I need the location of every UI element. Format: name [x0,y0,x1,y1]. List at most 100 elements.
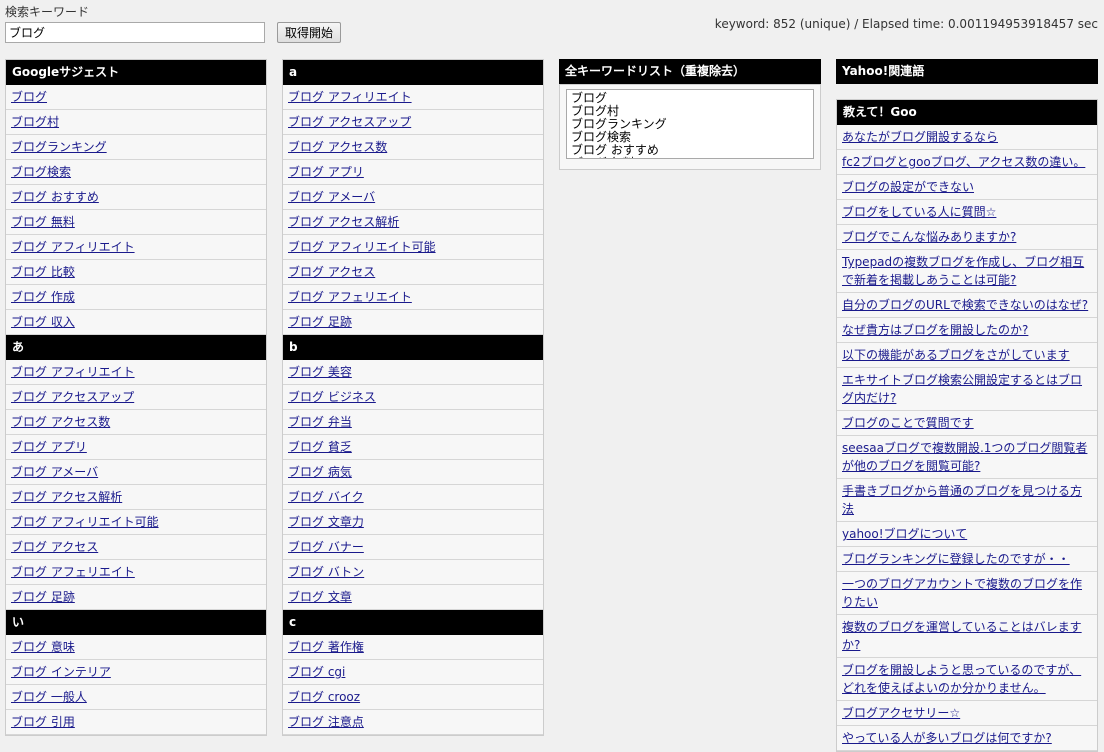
question-link[interactable]: なぜ貴方はブログを開設したのか? [842,323,1028,337]
keyword-link[interactable]: ブログ バトン [288,565,364,579]
keyword-item: ブログ アメーバ [6,460,266,485]
keyword-item: ブログ 比較 [6,260,266,285]
fetch-start-button[interactable]: 取得開始 [277,22,342,43]
keyword-item: ブログ検索 [6,160,266,185]
keyword-link[interactable]: ブログ 収入 [11,315,75,329]
keyword-link[interactable]: ブログ村 [11,115,59,129]
keyword-link[interactable]: ブログ アクセスアップ [288,115,411,129]
question-link[interactable]: エキサイトブログ検索公開設定するとはブログ内だけ? [842,373,1082,405]
column-google: Googleサジェスト ブログ ブログ村 ブログランキング ブログ検索 ブログ おすすめ… [5,59,267,736]
keyword-link[interactable]: ブログ 貧乏 [288,440,352,454]
keyword-link[interactable]: ブログ アプリ [11,440,87,454]
question-link[interactable]: 自分のブログのURLで検索できないのはなぜ? [842,298,1088,312]
keyword-link[interactable]: ブログ [11,90,47,104]
i-jp-list: ブログ 意味ブログ インテリア ブログ 一般人 ブログ 引用 [6,635,266,735]
section-header-yahoo: Yahoo!関連語 [836,59,1098,84]
keyword-link[interactable]: ブログ アクセス [288,265,375,279]
keyword-link[interactable]: ブログ検索 [11,165,71,179]
keyword-item: ブログ アクセスアップ [6,385,266,410]
keyword-link[interactable]: ブログ 比較 [11,265,75,279]
question-link[interactable]: ブログランキングに登録したのですが・・ [842,552,1070,566]
keyword-link[interactable]: ブログ 一般人 [11,690,87,704]
keyword-link[interactable]: ブログ アクセス数 [288,140,387,154]
keyword-item: ブログ おすすめ [6,185,266,210]
keyword-link[interactable]: ブログ 注意点 [288,715,364,729]
keyword-link[interactable]: ブログ アプリ [288,165,364,179]
keyword-link[interactable]: ブログ 意味 [11,640,75,654]
question-link[interactable]: あなたがブログ開設するなら [842,130,998,144]
keyword-link[interactable]: ブログ 病気 [288,465,352,479]
question-link[interactable]: ブログをしている人に質問☆ [842,205,996,219]
question-link[interactable]: fc2ブログとgooブログ、アクセス数の違い。 [842,155,1085,169]
question-item: やっている人が多いブログは何ですか? [837,726,1097,751]
keyword-link[interactable]: ブログ crooz [288,690,360,704]
question-link[interactable]: seesaaブログで複数開設.1つのブログ閲覧者が他のブログを閲覧可能? [842,441,1087,473]
question-link[interactable]: 手書きブログから普通のブログを見つける方法 [842,484,1082,516]
a-en-list: ブログ アフィリエイト ブログ アクセスアップ ブログ アクセス数 ブログ アプリ ブロ… [283,85,543,335]
question-link[interactable]: やっている人が多いブログは何ですか? [842,731,1052,745]
keyword-link[interactable]: ブログ アクセス解析 [288,215,399,229]
keyword-link[interactable]: ブログ アフィリエイト可能 [288,240,436,254]
keyword-link[interactable]: ブログランキング [11,140,107,154]
question-link[interactable]: 複数のブログを運営していることはバレますか? [842,620,1082,652]
keyword-link[interactable]: ブログ アクセス解析 [11,490,122,504]
keyword-link[interactable]: ブログ 著作権 [288,640,364,654]
keyword-input[interactable] [5,22,265,43]
keyword-link[interactable]: ブログ ビジネス [288,390,376,404]
all-keywords-box [559,84,821,170]
question-item: seesaaブログで複数開設.1つのブログ閲覧者が他のブログを閲覧可能? [837,436,1097,479]
goo-section: 教えて！Goo あなたがブログ開設するなら fc2ブログとgooブログ、アクセス数… [836,99,1098,752]
section-header-a: a [283,60,543,85]
c-en-list: ブログ 著作権 ブログ cgi ブログ crooz ブログ 注意点 [283,635,543,735]
keyword-link[interactable]: ブログ アクセス [11,540,98,554]
keyword-link[interactable]: ブログ アフェリエイト [11,565,135,579]
keyword-link[interactable]: ブログ アフィリエイト [11,240,135,254]
question-link[interactable]: ブログの設定ができない [842,180,974,194]
keyword-link[interactable]: ブログ 文章 [288,590,352,604]
keyword-link[interactable]: ブログ 弁当 [288,415,352,429]
search-label: 検索キーワード [5,5,90,19]
question-link[interactable]: ブログアクセサリー☆ [842,706,960,720]
keyword-item: ブログ アクセス解析 [283,210,543,235]
question-link[interactable]: ブログでこんな悩みありますか? [842,230,1016,244]
keyword-link[interactable]: ブログ 美容 [288,365,352,379]
keyword-link[interactable]: ブログ バナー [288,540,364,554]
question-item: 手書きブログから普通のブログを見つける方法 [837,479,1097,522]
all-keywords-textarea[interactable] [566,89,814,159]
keyword-link[interactable]: ブログ アクセスアップ [11,390,134,404]
section-header-a-jp: あ [6,335,266,360]
question-link[interactable]: Typepadの複数ブログを作成し、ブログ相互で新着を掲載しあうことは可能? [842,255,1084,287]
b-en-list: ブログ 美容ブログ ビジネス ブログ 弁当 ブログ 貧乏 ブログ 病気 ブログ バイクブ… [283,360,543,610]
question-link[interactable]: 以下の機能があるブログをさがしています [842,348,1070,362]
keyword-item: ブログ アフェリエイト [283,285,543,310]
question-item: なぜ貴方はブログを開設したのか? [837,318,1097,343]
keyword-link[interactable]: ブログ アフェリエイト [288,290,412,304]
keyword-link[interactable]: ブログ アメーバ [11,465,98,479]
question-link[interactable]: ブログを開設しようと思っているのですが、どれを使えばよいのか分かりません。 [842,663,1081,695]
keyword-link[interactable]: ブログ バイク [288,490,364,504]
keyword-link[interactable]: ブログ 足跡 [11,590,75,604]
keyword-link[interactable]: ブログ インテリア [11,665,111,679]
question-link[interactable]: yahoo!ブログについて [842,527,967,541]
question-link[interactable]: 一つのブログアカウントで複数のブログを作りたい [842,577,1082,609]
keyword-link[interactable]: ブログ おすすめ [11,190,99,204]
keyword-link[interactable]: ブログ cgi [288,665,345,679]
keyword-item: ブログ アフィリエイト [283,85,543,110]
keyword-link[interactable]: ブログ アメーバ [288,190,375,204]
keyword-link[interactable]: ブログ 引用 [11,715,75,729]
question-link[interactable]: ブログのことで質問です [842,416,974,430]
question-item: ブログをしている人に質問☆ [837,200,1097,225]
keyword-item: ブログ 貧乏 [283,435,543,460]
keyword-item: ブログ 美容 [283,360,543,385]
keyword-link[interactable]: ブログ 無料 [11,215,75,229]
keyword-link[interactable]: ブログ アフィリエイト [288,90,412,104]
question-item: ブログランキングに登録したのですが・・ [837,547,1097,572]
keyword-item: ブログ 収入 [6,310,266,335]
section-header-c: c [283,610,543,635]
keyword-link[interactable]: ブログ 文章力 [288,515,364,529]
keyword-link[interactable]: ブログ アフィリエイト可能 [11,515,159,529]
keyword-link[interactable]: ブログ アクセス数 [11,415,110,429]
keyword-link[interactable]: ブログ 足跡 [288,315,352,329]
keyword-link[interactable]: ブログ 作成 [11,290,75,304]
keyword-link[interactable]: ブログ アフィリエイト [11,365,135,379]
